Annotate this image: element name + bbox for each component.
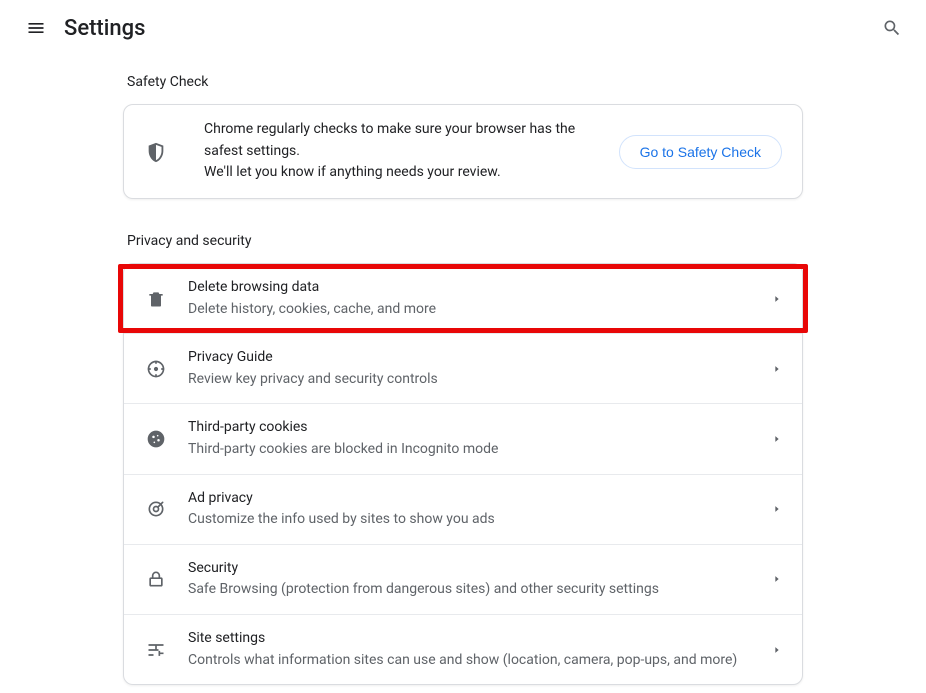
row-title: Privacy Guide xyxy=(188,348,772,368)
privacy-security-label: Privacy and security xyxy=(127,233,803,249)
safety-line2: We'll let you know if anything needs you… xyxy=(204,164,501,180)
row-sub: Review key privacy and security controls xyxy=(188,370,772,390)
row-site-settings[interactable]: Site settings Controls what information … xyxy=(124,614,802,684)
row-privacy-guide[interactable]: Privacy Guide Review key privacy and sec… xyxy=(124,333,802,403)
row-delete-browsing-data[interactable]: Delete browsing data Delete history, coo… xyxy=(124,264,802,333)
row-title: Third-party cookies xyxy=(188,418,772,438)
chevron-right-icon xyxy=(772,645,782,655)
menu-button[interactable] xyxy=(16,8,56,48)
safety-check-card: Chrome regularly checks to make sure you… xyxy=(123,104,803,199)
chevron-right-icon xyxy=(772,294,782,304)
target-icon xyxy=(144,497,168,521)
search-icon xyxy=(882,18,902,38)
search-button[interactable] xyxy=(872,8,912,48)
tune-icon xyxy=(144,638,168,662)
row-ad-privacy[interactable]: Ad privacy Customize the info used by si… xyxy=(124,474,802,544)
safety-check-label: Safety Check xyxy=(127,74,803,90)
row-sub: Customize the info used by sites to show… xyxy=(188,510,772,530)
row-third-party-cookies[interactable]: Third-party cookies Third-party cookies … xyxy=(124,403,802,473)
row-security[interactable]: Security Safe Browsing (protection from … xyxy=(124,544,802,614)
cookie-icon xyxy=(144,427,168,451)
row-sub: Controls what information sites can use … xyxy=(188,651,772,671)
lock-icon xyxy=(144,567,168,591)
settings-content: Safety Check Chrome regularly checks to … xyxy=(123,56,803,685)
row-title: Security xyxy=(188,559,772,579)
chevron-right-icon xyxy=(772,364,782,374)
page-title: Settings xyxy=(64,16,145,41)
header: Settings xyxy=(0,0,926,56)
shield-icon xyxy=(144,140,168,164)
row-sub: Safe Browsing (protection from dangerous… xyxy=(188,580,772,600)
safety-line1: Chrome regularly checks to make sure you… xyxy=(204,121,575,159)
compass-icon xyxy=(144,357,168,381)
go-to-safety-check-button[interactable]: Go to Safety Check xyxy=(619,135,782,169)
row-sub: Delete history, cookies, cache, and more xyxy=(188,300,772,320)
chevron-right-icon xyxy=(772,434,782,444)
row-sub: Third-party cookies are blocked in Incog… xyxy=(188,440,772,460)
row-title: Delete browsing data xyxy=(188,278,772,298)
privacy-list: Delete browsing data Delete history, coo… xyxy=(123,263,803,685)
chevron-right-icon xyxy=(772,504,782,514)
safety-check-text: Chrome regularly checks to make sure you… xyxy=(204,119,603,184)
hamburger-icon xyxy=(26,18,46,38)
chevron-right-icon xyxy=(772,574,782,584)
row-title: Site settings xyxy=(188,629,772,649)
row-title: Ad privacy xyxy=(188,489,772,509)
trash-icon xyxy=(144,287,168,311)
